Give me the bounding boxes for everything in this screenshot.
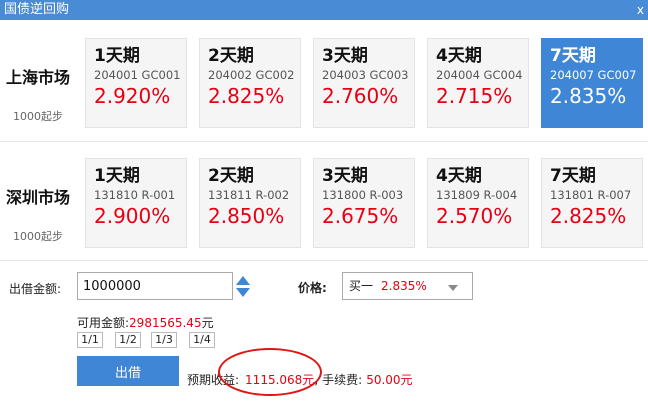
product-codes: 131809 R-004 [436,188,518,202]
amount-input[interactable] [77,272,233,300]
product-term: 2天期 [208,166,254,186]
product-codes: 204003 GC003 [322,68,409,82]
product-codes: 204004 GC004 [436,68,523,82]
product-term: 4天期 [436,166,482,186]
fraction-button-1-4[interactable]: 1/4 [189,332,215,348]
available-amount: 可用金额:2981565.45元 [77,314,214,331]
market-name: 深圳市场 [6,188,71,207]
fraction-button-1-3[interactable]: 1/3 [151,332,177,348]
product-rate: 2.715% [436,84,513,108]
divider [0,141,648,142]
fee-value: 50.00元 [366,373,413,387]
submit-lend-button[interactable]: 出借 [77,356,179,386]
market-min: 1000起步 [13,110,63,123]
expected-label: 预期收益: [187,373,240,387]
window-titlebar: 国债逆回购 x [0,0,648,20]
window-title: 国债逆回购 [4,2,70,17]
product-card-sz-1d[interactable]: 1天期 131810 R-001 2.900% [85,158,187,248]
product-card-sh-2d[interactable]: 2天期 204002 GC002 2.825% [199,38,301,128]
product-term: 3天期 [322,46,368,66]
available-label: 可用金额: [77,316,130,330]
expected-value: 1115.068元 [245,373,315,387]
product-rate: 2.675% [322,204,399,228]
arrow-up-icon[interactable] [236,276,250,285]
product-rate: 2.825% [550,204,627,228]
product-term: 7天期 [550,166,596,186]
product-term: 1天期 [94,46,140,66]
product-rate: 2.920% [94,84,171,108]
product-card-sz-3d[interactable]: 3天期 131800 R-003 2.675% [313,158,415,248]
expected-summary: 预期收益: 1115.068元, 手续费: 50.00元 [187,371,413,388]
product-rate: 2.835% [550,84,627,108]
product-codes: 204001 GC001 [94,68,181,82]
product-rate: 2.570% [436,204,513,228]
product-codes: 131810 R-001 [94,188,176,202]
fraction-button-1-2[interactable]: 1/2 [115,332,141,348]
price-value: 2.835% [381,279,427,293]
product-rate: 2.850% [208,204,285,228]
product-term: 1天期 [94,166,140,186]
product-codes: 131811 R-002 [208,188,290,202]
available-unit: 元 [201,316,214,330]
product-card-sz-7d[interactable]: 7天期 131801 R-007 2.825% [541,158,643,248]
market-name: 上海市场 [6,68,71,87]
product-rate: 2.760% [322,84,399,108]
product-card-sh-1d[interactable]: 1天期 204001 GC001 2.920% [85,38,187,128]
product-codes: 131801 R-007 [550,188,632,202]
product-card-sh-3d[interactable]: 3天期 204003 GC003 2.760% [313,38,415,128]
amount-stepper[interactable] [236,276,250,300]
fee-label: 手续费: [322,373,363,387]
product-card-sz-2d[interactable]: 2天期 131811 R-002 2.850% [199,158,301,248]
expected-separator: , [314,373,319,387]
close-icon[interactable]: x [637,0,644,20]
amount-label: 出借金额: [9,282,62,296]
product-term: 7天期 [550,46,596,66]
product-term: 3天期 [322,166,368,186]
product-codes: 131800 R-003 [322,188,404,202]
product-card-sh-7d[interactable]: 7天期 204007 GC007 2.835% [541,38,643,128]
price-direction: 买一 [349,279,374,293]
product-term: 2天期 [208,46,254,66]
product-rate: 2.825% [208,84,285,108]
chevron-down-icon[interactable] [448,285,458,291]
product-rate: 2.900% [94,204,171,228]
available-value: 2981565.45 [129,316,202,330]
fraction-button-1-1[interactable]: 1/1 [77,332,103,348]
price-label: 价格: [298,281,327,295]
market-label-shenzhen: 深圳市场 1000起步 [6,184,76,244]
product-card-sz-4d[interactable]: 4天期 131809 R-004 2.570% [427,158,529,248]
product-card-sh-4d[interactable]: 4天期 204004 GC004 2.715% [427,38,529,128]
price-select[interactable]: 买一 2.835% [342,272,473,300]
market-min: 1000起步 [13,230,63,243]
market-label-shanghai: 上海市场 1000起步 [6,64,76,124]
product-codes: 204007 GC007 [550,68,637,82]
product-codes: 204002 GC002 [208,68,295,82]
product-term: 4天期 [436,46,482,66]
arrow-down-icon[interactable] [236,288,250,297]
divider [0,260,648,261]
